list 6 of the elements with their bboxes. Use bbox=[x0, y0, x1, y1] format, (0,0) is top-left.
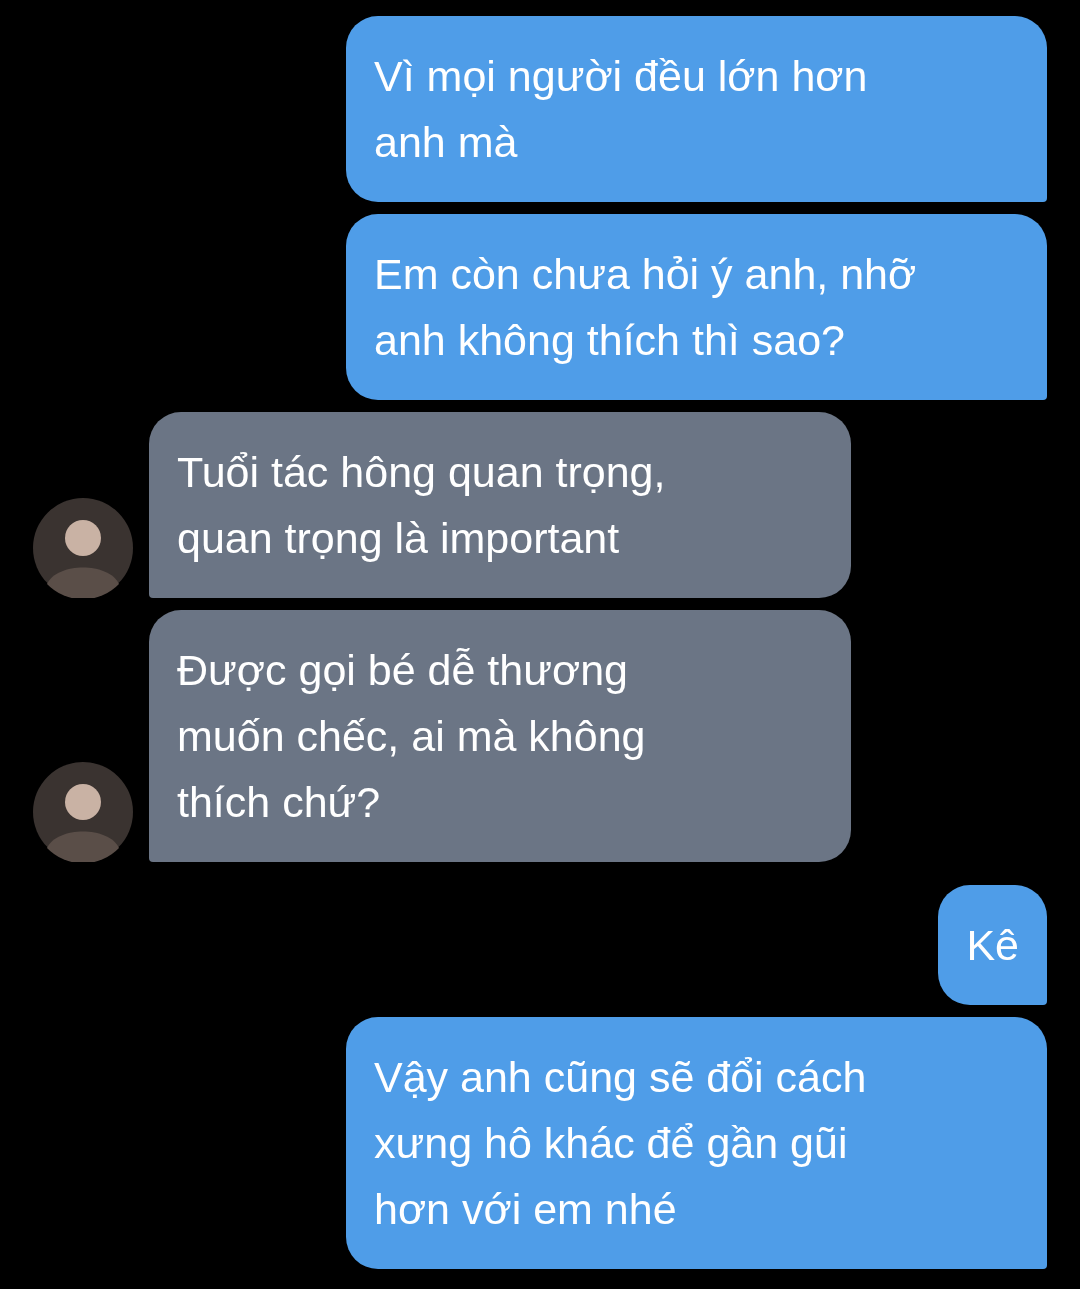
message-text: Tuổi tác hông quan trọng, quan trọng là important bbox=[177, 447, 667, 564]
message-text: Được gọi bé dễ thương muốn chếc, ai mà không thích chứ? bbox=[177, 645, 647, 828]
message-text: Em còn chưa hỏi ý anh, nhỡ anh không thích thì sao? bbox=[374, 249, 918, 366]
message-text: Kê bbox=[966, 920, 1019, 971]
message-text: Vì mọi người đều lớn hơn anh mà bbox=[374, 51, 869, 168]
message-text: Vậy anh cũng sẽ đổi cách xưng hô khác để gần gũi hơn với em nhé bbox=[374, 1052, 868, 1235]
